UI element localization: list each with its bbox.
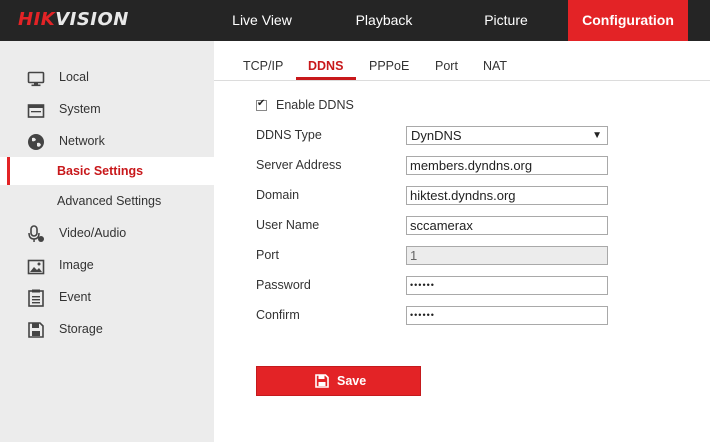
sidebar-item-event[interactable]: Event <box>0 283 214 311</box>
event-list-icon <box>27 289 45 307</box>
nav-picture[interactable]: Picture <box>447 0 565 41</box>
sidebar-item-label: Network <box>59 134 105 148</box>
sidebar-item-video-audio[interactable]: Video/Audio <box>0 219 214 247</box>
ddns-type-value: DynDNS <box>411 128 462 143</box>
port-input[interactable]: 1 <box>406 246 608 265</box>
sidebar: Local System Network Basic Settings Adva… <box>0 41 214 442</box>
active-tab-indicator <box>296 77 356 80</box>
top-navigation-bar: HIKVISION Live View Playback Picture Con… <box>0 0 710 41</box>
dropdown-arrow-icon: ▼ <box>592 130 602 141</box>
domain-label: Domain <box>256 188 300 202</box>
tab-tcp-ip[interactable]: TCP/IP <box>243 59 283 73</box>
server-address-label: Server Address <box>256 158 342 172</box>
sidebar-item-image[interactable]: Image <box>0 251 214 279</box>
system-icon <box>27 101 45 118</box>
nav-live-view[interactable]: Live View <box>203 0 321 41</box>
sidebar-item-label: Image <box>59 258 94 272</box>
microphone-icon <box>27 225 45 242</box>
confirm-label: Confirm <box>256 308 300 322</box>
enable-ddns-checkbox[interactable] <box>256 98 267 111</box>
sidebar-item-label: System <box>59 102 101 116</box>
sidebar-item-system[interactable]: System <box>0 95 214 123</box>
nav-configuration[interactable]: Configuration <box>568 0 688 41</box>
tab-ddns[interactable]: DDNS <box>308 59 343 73</box>
enable-ddns-label: Enable DDNS <box>276 98 354 112</box>
sidebar-item-label: Local <box>59 70 89 84</box>
save-button[interactable]: Save <box>256 366 421 396</box>
port-label: Port <box>256 248 279 262</box>
save-button-label: Save <box>337 374 367 388</box>
confirm-password-input[interactable]: •••••• <box>406 306 608 325</box>
password-input[interactable]: •••••• <box>406 276 608 295</box>
ddns-type-select[interactable]: DynDNS ▼ <box>406 126 608 145</box>
sidebar-item-label: Video/Audio <box>59 226 127 240</box>
sidebar-item-basic-settings[interactable]: Basic Settings <box>0 157 214 185</box>
sidebar-item-storage[interactable]: Storage <box>0 315 214 343</box>
tab-pppoe[interactable]: PPPoE <box>369 59 409 73</box>
sidebar-item-label: Event <box>59 290 91 304</box>
monitor-icon <box>27 69 45 87</box>
network-tabs: TCP/IP DDNS PPPoE Port NAT <box>214 41 710 81</box>
save-icon <box>315 374 329 388</box>
sidebar-item-label: Basic Settings <box>57 164 144 178</box>
sidebar-item-label: Advanced Settings <box>57 194 162 208</box>
floppy-disk-icon <box>27 321 45 338</box>
user-name-input[interactable]: sccamerax <box>406 216 608 235</box>
tab-nat[interactable]: NAT <box>483 59 507 73</box>
sidebar-item-label: Storage <box>59 322 103 336</box>
tab-port[interactable]: Port <box>435 59 458 73</box>
ddns-type-label: DDNS Type <box>256 128 322 142</box>
domain-input[interactable]: hiktest.dyndns.org <box>406 186 608 205</box>
sidebar-item-local[interactable]: Local <box>0 63 214 91</box>
user-name-label: User Name <box>256 218 320 232</box>
sidebar-item-network[interactable]: Network <box>0 127 214 155</box>
nav-playback[interactable]: Playback <box>325 0 443 41</box>
sidebar-item-advanced-settings[interactable]: Advanced Settings <box>0 187 214 215</box>
server-address-input[interactable]: members.dyndns.org <box>406 156 608 175</box>
hikvision-logo: HIKVISION <box>18 9 129 30</box>
globe-icon <box>27 133 45 150</box>
password-label: Password <box>256 278 311 292</box>
image-icon <box>27 257 45 275</box>
